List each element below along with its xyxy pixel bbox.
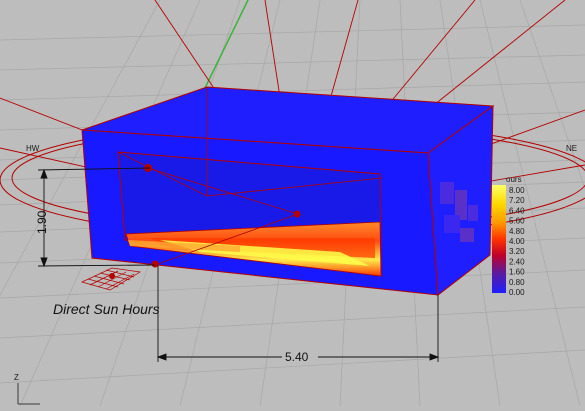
color-legend: ours 8.007.206.40 5.604.804.003.202.40 1.6… — [492, 175, 525, 297]
legend-header: ours — [506, 175, 522, 184]
legend-tick-label: 2.40 — [509, 257, 525, 266]
legend-tick-label: 1.60 — [509, 268, 525, 277]
legend-tick-label: 4.00 — [509, 237, 525, 246]
legend-tick-label: 7.20 — [509, 196, 525, 205]
scene-canvas: 1.90 5.40 Direct Sun Hours HW NE Z ours … — [0, 0, 585, 407]
dimension-width-label: 5.40 — [285, 350, 309, 364]
dimension-height-label: 1.90 — [35, 210, 49, 234]
y-axis-line — [204, 0, 249, 89]
legend-tick-label: 0.00 — [509, 288, 525, 297]
axis-z-label: Z — [14, 373, 19, 382]
legend-tick-label: 6.40 — [509, 206, 525, 215]
legend-tick-label: 0.80 — [509, 278, 525, 287]
analysis-title: Direct Sun Hours — [53, 301, 160, 317]
compass-label-left: HW — [26, 144, 40, 153]
legend-tick-label: 8.00 — [509, 186, 525, 195]
rhino-viewport[interactable]: 1.90 5.40 Direct Sun Hours HW NE Z ours … — [0, 0, 585, 407]
legend-tick-label: 5.60 — [509, 217, 525, 226]
legend-tick-label: 4.80 — [509, 227, 525, 236]
analysis-grid-mesh — [81, 267, 142, 291]
compass-label-right: NE — [566, 144, 577, 153]
legend-gradient-bar — [492, 185, 506, 293]
legend-tick-label: 3.20 — [509, 247, 525, 256]
